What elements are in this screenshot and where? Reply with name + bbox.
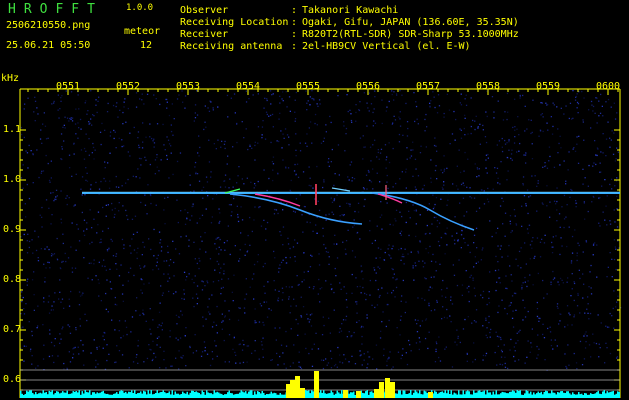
level-peak [343, 390, 348, 398]
time-label: 0552 [115, 81, 141, 92]
time-label: 0600 [595, 81, 621, 92]
datetime: 25.06.21 05:50 [6, 40, 91, 51]
header-panel: HROFFT 1.0.0 2506210550.png meteor 25.06… [0, 0, 629, 60]
time-label: 0553 [175, 81, 201, 92]
time-label: 0557 [415, 81, 441, 92]
info-value-antenna: 2el-HB9CV Vertical (el. E-W) [302, 41, 471, 52]
filename: 2506210550.png [6, 20, 91, 31]
level-peak [385, 378, 390, 398]
info-key-location: Receiving Location [180, 17, 289, 28]
level-peak [390, 382, 395, 398]
level-peak [295, 376, 300, 398]
app-name: HROFFT [8, 2, 103, 17]
info-value-observer: Takanori Kawachi [302, 5, 399, 16]
app-version: 1.0.0 [126, 3, 154, 13]
time-label: 0555 [295, 81, 321, 92]
info-key-observer: Observer [180, 5, 229, 16]
freq-label: 0.8 [3, 274, 22, 285]
freq-label: 0.9 [3, 224, 22, 235]
freq-label: 1.0 [3, 174, 22, 185]
unit-label: kHz [1, 73, 20, 84]
level-peak [356, 391, 361, 398]
freq-label: 0.6 [3, 374, 22, 385]
info-separator: : [291, 41, 298, 52]
freq-label: 0.7 [3, 324, 22, 335]
info-key-antenna: Receiving antenna [180, 41, 283, 52]
time-label: 0559 [535, 81, 561, 92]
level-peak [286, 384, 291, 398]
meteor-label: meteor [124, 26, 161, 37]
info-separator: : [291, 17, 298, 28]
spectrogram [0, 60, 629, 400]
info-separator: : [291, 5, 298, 16]
level-peak [374, 389, 379, 398]
info-value-receiver: R820T2(RTL-SDR) SDR-Sharp 53.1000MHz [302, 29, 519, 40]
info-value-location: Ogaki, Gifu, JAPAN (136.60E, 35.35N) [302, 17, 519, 28]
level-peak [314, 371, 319, 398]
time-label: 0556 [355, 81, 381, 92]
time-label: 0551 [55, 81, 81, 92]
meteor-count: 12 [140, 40, 153, 51]
level-peak [300, 388, 305, 398]
level-peak [428, 392, 433, 398]
freq-label: 1.1 [3, 124, 22, 135]
level-peak [379, 382, 384, 398]
spectrogram-background [0, 60, 629, 400]
time-label: 0558 [475, 81, 501, 92]
time-label: 0554 [235, 81, 261, 92]
info-separator: : [291, 29, 298, 40]
info-key-receiver: Receiver [180, 29, 229, 40]
